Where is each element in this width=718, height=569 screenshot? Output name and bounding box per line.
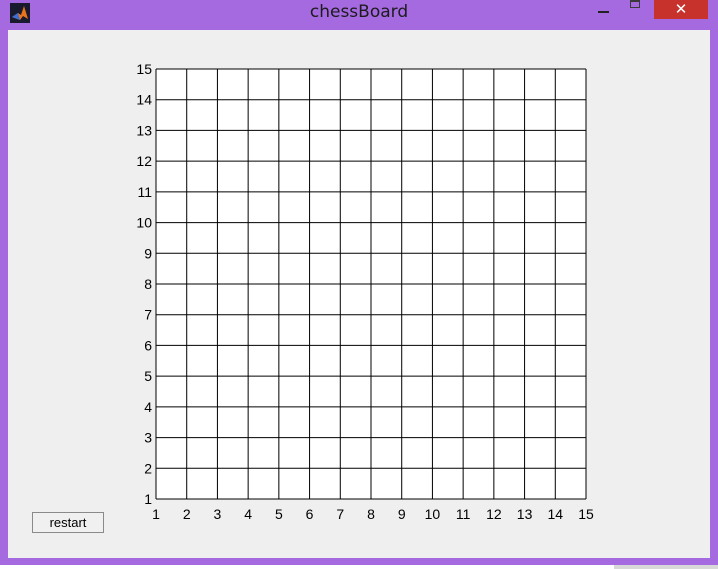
y-tick-label: 11 <box>137 184 152 200</box>
x-tick-label: 6 <box>306 506 314 522</box>
app-window: chessBoard ✕ 1 2 3 4 5 6 7 8 9 10 11 12 13 14 15 1 2 3 4 5 6… <box>0 0 718 565</box>
x-tick-label: 2 <box>183 506 191 522</box>
x-tick-label: 4 <box>244 506 252 522</box>
title-bar[interactable]: chessBoard ✕ <box>0 0 718 28</box>
x-tick-label: 10 <box>425 506 441 522</box>
y-tick-label: 3 <box>144 430 152 446</box>
figure-client-area: 1 2 3 4 5 6 7 8 9 10 11 12 13 14 15 1 2 3 4 5 6 7 8 9 10 11 12 13 14… <box>8 30 710 558</box>
x-tick-label: 13 <box>517 506 533 522</box>
y-tick-label: 4 <box>144 399 152 415</box>
minimize-button[interactable] <box>588 0 618 19</box>
x-tick-label: 14 <box>547 506 563 522</box>
y-tick-label: 10 <box>136 215 152 231</box>
x-tick-label: 9 <box>398 506 406 522</box>
chess-board-axes[interactable]: 1 2 3 4 5 6 7 8 9 10 11 12 13 14 151234567891011121314… <box>8 30 710 558</box>
y-tick-label: 1 <box>144 491 152 507</box>
maximize-button[interactable] <box>624 0 648 19</box>
y-tick-label: 8 <box>144 276 152 292</box>
x-tick-label: 7 <box>336 506 344 522</box>
y-tick-label: 2 <box>144 460 152 476</box>
window-edge-strip <box>614 565 718 569</box>
close-button[interactable]: ✕ <box>654 0 708 19</box>
restart-button[interactable]: restart <box>32 512 104 533</box>
y-tick-label: 13 <box>136 122 152 138</box>
y-tick-label: 7 <box>144 307 152 323</box>
y-tick-label: 5 <box>144 368 152 384</box>
y-tick-label: 14 <box>136 92 152 108</box>
x-tick-label: 3 <box>214 506 222 522</box>
y-tick-label: 12 <box>136 153 152 169</box>
x-tick-label: 11 <box>456 506 471 522</box>
x-tick-label: 1 <box>152 506 160 522</box>
x-tick-label: 15 <box>578 506 594 522</box>
x-tick-label: 8 <box>367 506 375 522</box>
x-tick-label: 5 <box>275 506 283 522</box>
y-tick-label: 6 <box>144 337 152 353</box>
y-tick-label: 9 <box>144 245 152 261</box>
y-tick-label: 15 <box>136 61 152 77</box>
x-tick-label: 12 <box>486 506 502 522</box>
